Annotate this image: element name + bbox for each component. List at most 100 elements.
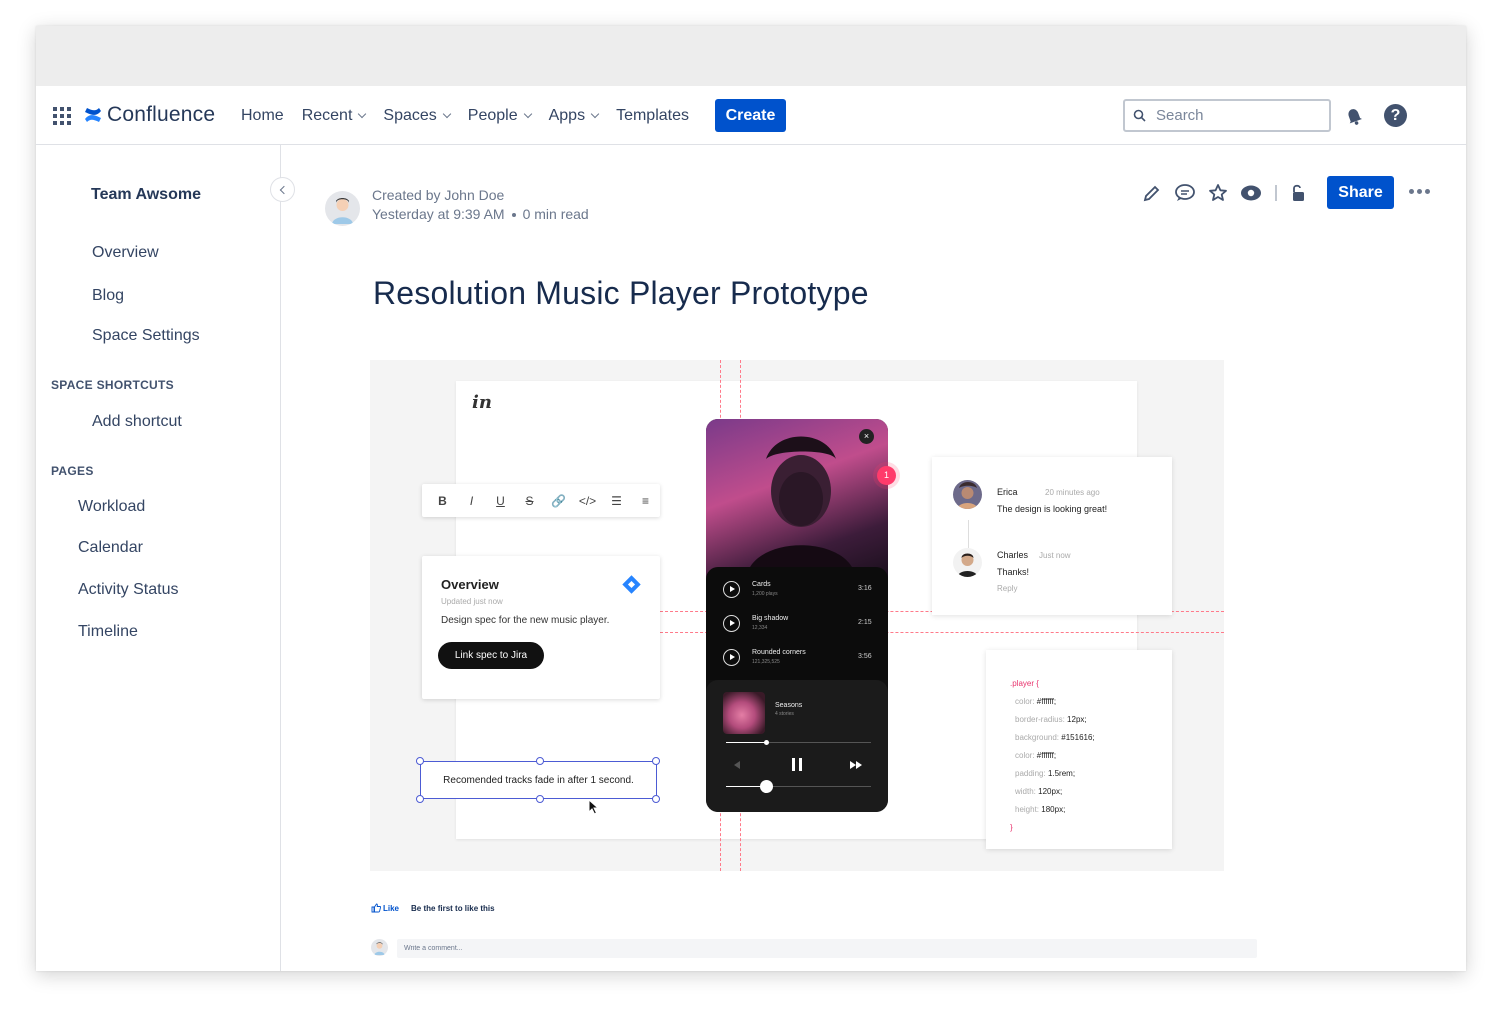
formatting-toolbar: B I U S 🔗 </> ☰ ≡	[422, 484, 660, 517]
star-icon[interactable]	[1207, 182, 1229, 204]
chevron-down-icon	[442, 109, 452, 118]
play-icon	[723, 581, 740, 598]
now-playing-subtitle: 4 stories	[775, 711, 794, 717]
timestamp[interactable]: Yesterday at 9:39 AM	[372, 206, 505, 222]
resize-handle	[652, 757, 660, 765]
overview-updated: Updated just now	[441, 597, 503, 606]
nav-item-label: Apps	[548, 106, 586, 124]
page-link-timeline[interactable]: Timeline	[78, 623, 138, 641]
nav-item-recent[interactable]: Recent	[302, 107, 367, 125]
like-note: Be the first to like this	[411, 903, 495, 913]
link-icon: 🔗	[551, 493, 566, 508]
space-sidebar: Team Awsome Overview Blog Space Settings…	[36, 145, 281, 971]
collapse-sidebar-button[interactable]	[270, 177, 295, 202]
read-time: 0 min read	[522, 206, 589, 222]
bullet-list-icon: ☰	[611, 493, 622, 508]
comment-time: Just now	[1039, 551, 1071, 560]
help-icon[interactable]: ?	[1384, 104, 1407, 127]
created-by[interactable]: Created by John Doe	[372, 187, 504, 203]
notification-badge: 1	[877, 466, 896, 485]
notifications-icon[interactable]	[1344, 106, 1364, 126]
page-link-activity-status[interactable]: Activity Status	[78, 581, 178, 599]
volume-slider	[726, 780, 871, 793]
album-art	[723, 692, 765, 734]
nav-item-label: Spaces	[383, 106, 437, 124]
space-name[interactable]: Team Awsome	[91, 186, 201, 204]
like-label: Like	[383, 903, 400, 913]
toolbar-divider	[1275, 185, 1277, 201]
code-property: width:	[1015, 787, 1036, 796]
watch-icon[interactable]	[1240, 182, 1262, 204]
track-duration: 3:56	[858, 653, 872, 660]
author-avatar[interactable]	[325, 191, 360, 226]
nav-item-home[interactable]: Home	[241, 107, 284, 125]
track-row: Rounded corners 121,325,525 3:56	[706, 641, 888, 675]
nav-item-spaces[interactable]: Spaces	[383, 106, 452, 125]
close-icon: ×	[859, 429, 874, 444]
thread-line	[968, 520, 969, 548]
app-switcher-icon[interactable]	[53, 107, 71, 125]
code-line: background: #151616;	[1015, 733, 1095, 742]
search-input[interactable]	[1156, 107, 1316, 124]
create-button[interactable]: Create	[715, 99, 786, 132]
code-icon: </>	[578, 493, 597, 508]
code-property: color:	[1015, 751, 1035, 760]
code-property: border-radius:	[1015, 715, 1065, 724]
now-playing-panel: Seasons 4 stories	[706, 680, 888, 812]
sidebar-item-space-settings[interactable]: Space Settings	[92, 327, 200, 345]
sidebar-item-blog[interactable]: Blog	[92, 287, 124, 305]
sidebar-item-overview[interactable]: Overview	[92, 244, 159, 262]
numbered-list-icon: ≡	[641, 493, 649, 508]
code-value: 120px;	[1038, 787, 1063, 796]
search-box[interactable]	[1123, 99, 1331, 132]
pause-icon	[792, 758, 802, 771]
code-property: color:	[1015, 697, 1035, 706]
commenter-avatar	[953, 480, 982, 509]
current-user-avatar	[371, 939, 388, 956]
like-button[interactable]: Like	[371, 903, 399, 913]
invision-logo: in	[472, 392, 492, 413]
confluence-logo[interactable]: Confluence	[84, 103, 215, 127]
page-link-calendar[interactable]: Calendar	[78, 539, 143, 557]
progress-bar	[726, 740, 871, 745]
track-name: Rounded corners	[752, 649, 806, 656]
user-avatar-icon	[332, 198, 353, 224]
track-row: Big shadow 12,334 2:15	[706, 607, 888, 641]
reply-link: Reply	[997, 584, 1018, 593]
window-titlebar	[36, 26, 1466, 86]
code-value: #ffffff;	[1036, 751, 1057, 760]
confluence-logo-icon	[85, 108, 101, 122]
add-shortcut-link[interactable]: Add shortcut	[92, 413, 182, 431]
share-button[interactable]: Share	[1327, 176, 1394, 209]
prototype-image[interactable]: in B I U S 🔗 </> ☰ ≡ Overview Updated just now …	[370, 360, 1224, 871]
thumbs-up-icon	[371, 903, 381, 913]
nav-item-apps[interactable]: Apps	[548, 106, 600, 125]
css-code-panel: .player { color: #ffffff; border-radius: …	[986, 650, 1172, 849]
jira-diamond-icon	[622, 575, 641, 594]
now-playing-title: Seasons	[775, 702, 803, 709]
code-line: color: #ffffff;	[1015, 697, 1056, 706]
track-duration: 3:16	[858, 585, 872, 592]
unlock-icon[interactable]	[1287, 182, 1309, 204]
track-list: Cards 1,200 plays 3:16 Big shadow 12,334 2:15…	[706, 567, 888, 680]
more-actions-icon[interactable]	[1409, 189, 1430, 194]
pages-heading: PAGES	[51, 464, 94, 478]
comment-time: 20 minutes ago	[1045, 488, 1100, 497]
code-line: padding: 1.5rem;	[1015, 769, 1075, 778]
resize-handle	[416, 757, 424, 765]
comment-input[interactable]	[397, 939, 1257, 958]
track-plays: 121,325,525	[752, 659, 780, 665]
code-value: 1.5rem;	[1047, 769, 1076, 778]
artist-photo: ×	[706, 419, 888, 579]
nav-item-people[interactable]: People	[468, 107, 532, 125]
page-link-workload[interactable]: Workload	[78, 498, 145, 516]
italic-icon: I	[469, 493, 474, 508]
nav-item-templates[interactable]: Templates	[616, 107, 689, 125]
comment-icon[interactable]	[1174, 182, 1196, 204]
page-toolbar	[1141, 182, 1320, 204]
edit-icon[interactable]	[1141, 182, 1163, 204]
commenter-avatar	[953, 548, 982, 577]
avatar-erica-icon	[953, 480, 982, 509]
avatar-charles-icon	[953, 548, 982, 577]
code-close-brace: }	[1010, 823, 1013, 832]
